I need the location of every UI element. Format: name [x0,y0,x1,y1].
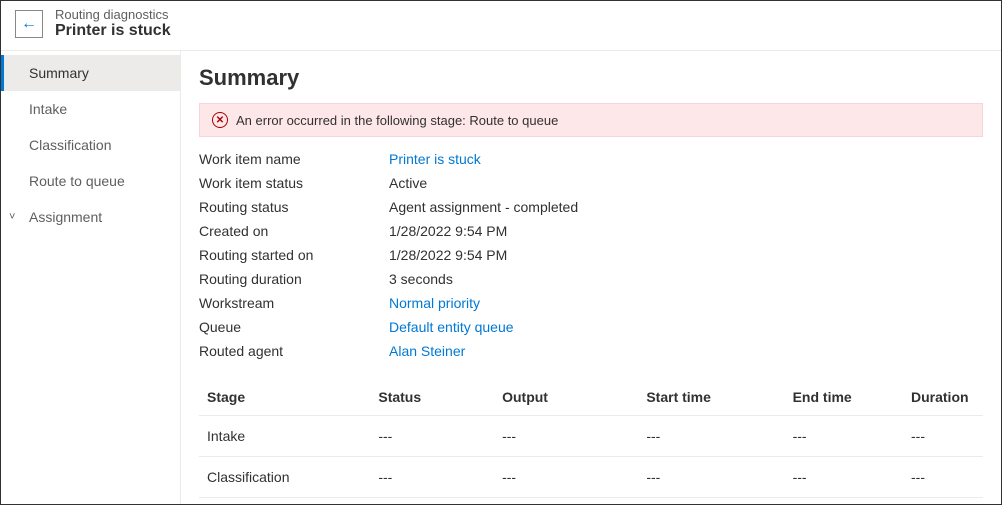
field-value: Agent assignment - completed [389,199,983,215]
field-label: Work item name [199,151,389,167]
duration-cell: --- [903,457,983,498]
stage-cell: Classification [207,469,289,485]
end-time-cell: --- [785,457,903,498]
sidebar-item-classification[interactable]: Classification [1,127,180,163]
error-icon: ✕ [212,112,228,128]
back-button[interactable]: ← [15,10,43,38]
table-row: Classification--------------- [199,457,983,498]
field-label: Work item status [199,175,389,191]
field-value: 1/28/2022 9:54 PM [389,223,983,239]
field-label: Workstream [199,295,389,311]
arrow-left-icon: ← [21,15,37,33]
sidebar-item-assignment[interactable]: ˅ Assignment [1,199,180,235]
sidebar-item-label: Intake [29,101,67,117]
sidebar-item-label: Classification [29,137,111,153]
status-cell: --- [378,428,486,444]
stage-cell: Intake [207,428,245,444]
sidebar-item-label: Route to queue [29,173,125,189]
alert-text: An error occurred in the following stage… [236,113,558,128]
col-header-duration[interactable]: Duration [903,379,983,416]
output-cell: --- [494,416,638,457]
col-header-stage[interactable]: Stage [199,379,370,416]
col-header-start[interactable]: Start time [638,379,784,416]
error-alert: ✕ An error occurred in the following sta… [199,103,983,137]
col-header-status[interactable]: Status [370,379,494,416]
output-cell: --- [494,457,638,498]
sidebar-item-label: Assignment [29,209,102,225]
field-label: Queue [199,319,389,335]
page-header: ← Routing diagnostics Printer is stuck [1,1,1001,51]
start-time-cell: --- [638,416,784,457]
col-header-end[interactable]: End time [785,379,903,416]
work-item-name-link[interactable]: Printer is stuck [389,151,983,167]
field-label: Routing started on [199,247,389,263]
sidebar-item-summary[interactable]: Summary [1,55,180,91]
table-row: Route to queue✕Error---1/28/2022 9:54 PM… [199,498,983,505]
chevron-down-icon: ˅ [9,211,15,223]
status-cell: --- [378,469,486,485]
output-cell: --- [494,498,638,505]
field-value: Active [389,175,983,191]
page-title: Printer is stuck [55,22,171,40]
sidebar: Summary Intake Classification Route to q… [1,51,181,504]
table-row: Intake--------------- [199,416,983,457]
sidebar-item-route-to-queue[interactable]: Route to queue [1,163,180,199]
table-header-row: Stage Status Output Start time End time … [199,379,983,416]
stages-table: Stage Status Output Start time End time … [199,379,983,504]
field-value: 1/28/2022 9:54 PM [389,247,983,263]
field-label: Routing duration [199,271,389,287]
routed-agent-link[interactable]: Alan Steiner [389,343,983,359]
breadcrumb: Routing diagnostics [55,7,171,22]
main-content: Summary ✕ An error occurred in the follo… [181,51,1001,504]
duration-cell: --- [903,416,983,457]
field-label: Created on [199,223,389,239]
summary-fields: Work item name Printer is stuck Work ite… [199,151,983,359]
status-text: --- [378,428,392,444]
queue-link[interactable]: Default entity queue [389,319,983,335]
start-time-cell: 1/28/2022 9:54 PM [638,498,784,505]
sidebar-item-label: Summary [29,65,89,81]
col-header-output[interactable]: Output [494,379,638,416]
end-time-cell: 1/28/2022 9:5... [785,498,903,505]
duration-cell: 0 seconds [903,498,983,505]
header-text: Routing diagnostics Printer is stuck [55,7,171,40]
main-heading: Summary [199,65,983,91]
status-text: --- [378,469,392,485]
field-label: Routing status [199,199,389,215]
field-label: Routed agent [199,343,389,359]
workstream-link[interactable]: Normal priority [389,295,983,311]
start-time-cell: --- [638,457,784,498]
field-value: 3 seconds [389,271,983,287]
sidebar-item-intake[interactable]: Intake [1,91,180,127]
end-time-cell: --- [785,416,903,457]
